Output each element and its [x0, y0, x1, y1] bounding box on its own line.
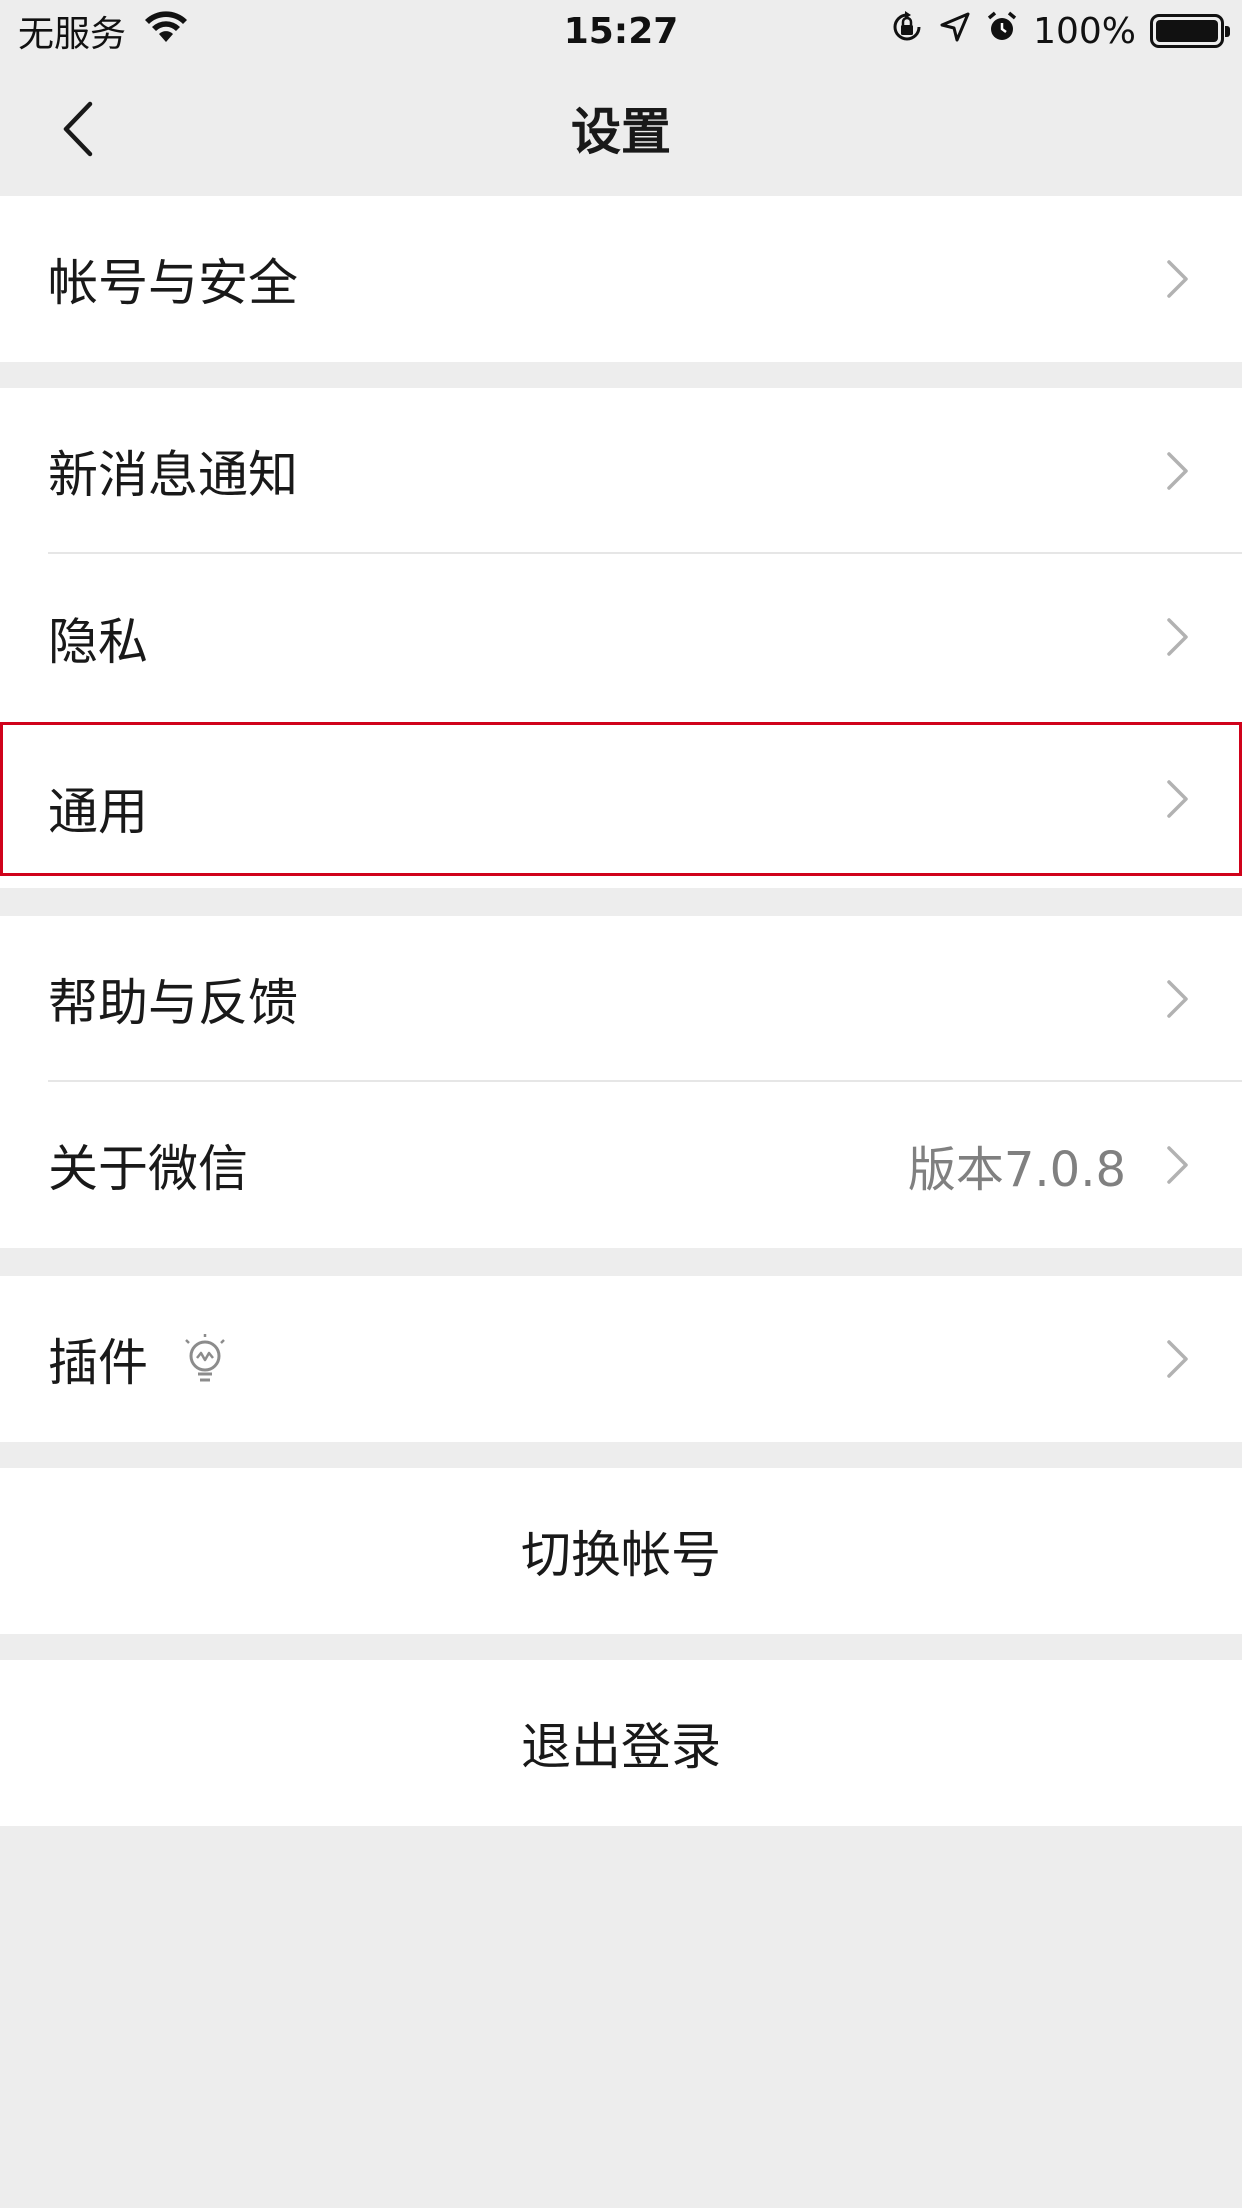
- settings-row-privacy[interactable]: 隐私: [0, 554, 1242, 722]
- settings-row-notifications[interactable]: 新消息通知: [0, 388, 1242, 554]
- version-value: 版本7.0.8: [907, 1142, 1126, 1198]
- location-arrow-icon: [939, 11, 971, 52]
- wifi-icon: [144, 10, 188, 53]
- row-label: 帐号与安全: [48, 254, 298, 312]
- settings-row-about[interactable]: 关于微信 版本7.0.8: [0, 1082, 1242, 1248]
- chevron-right-icon: [1167, 1340, 1188, 1378]
- row-label: 隐私: [48, 613, 148, 671]
- settings-row-help-feedback[interactable]: 帮助与反馈: [0, 916, 1242, 1082]
- status-bar: 无服务 15:27 100%: [0, 0, 1242, 62]
- status-right: 100%: [889, 9, 1230, 54]
- back-button[interactable]: [48, 94, 108, 164]
- section-account: 帐号与安全: [0, 196, 1242, 362]
- carrier-label: 无服务: [18, 14, 127, 55]
- chevron-right-icon: [1167, 452, 1188, 490]
- settings-row-plugins[interactable]: 插件: [0, 1276, 1242, 1442]
- battery-percent: 100%: [1033, 10, 1136, 52]
- section-preferences: 新消息通知 隐私 通用: [0, 388, 1242, 888]
- row-label: 新消息通知: [48, 446, 298, 504]
- chevron-right-icon: [1167, 260, 1188, 298]
- row-label: 关于微信: [48, 1140, 248, 1198]
- section-switch-account: 切换帐号: [0, 1468, 1242, 1634]
- status-left: 无服务: [18, 5, 188, 57]
- section-plugins: 插件: [0, 1276, 1242, 1442]
- navigation-bar: 设置: [0, 62, 1242, 194]
- section-help-about: 帮助与反馈 关于微信 版本7.0.8: [0, 916, 1242, 1248]
- battery-icon: [1150, 14, 1230, 48]
- logout-button[interactable]: 退出登录: [0, 1660, 1242, 1826]
- rotation-lock-icon: [889, 9, 925, 54]
- switch-account-button[interactable]: 切换帐号: [0, 1468, 1242, 1634]
- row-label: 通用: [48, 783, 148, 841]
- lightbulb-icon: [185, 1334, 225, 1382]
- chevron-right-icon: [1167, 980, 1188, 1018]
- row-label: 插件: [48, 1334, 148, 1392]
- chevron-right-icon: [1167, 1146, 1188, 1184]
- section-logout: 退出登录: [0, 1660, 1242, 1826]
- chevron-right-icon: [1167, 780, 1188, 818]
- battery-fill: [1156, 20, 1218, 42]
- settings-row-account-security[interactable]: 帐号与安全: [0, 196, 1242, 362]
- alarm-icon: [985, 10, 1019, 53]
- highlight-box: [0, 722, 1242, 876]
- settings-row-general[interactable]: 通用: [0, 722, 1242, 888]
- row-label: 帮助与反馈: [48, 974, 298, 1032]
- chevron-right-icon: [1167, 618, 1188, 656]
- page-title: 设置: [571, 103, 671, 161]
- back-chevron-icon: [63, 101, 93, 157]
